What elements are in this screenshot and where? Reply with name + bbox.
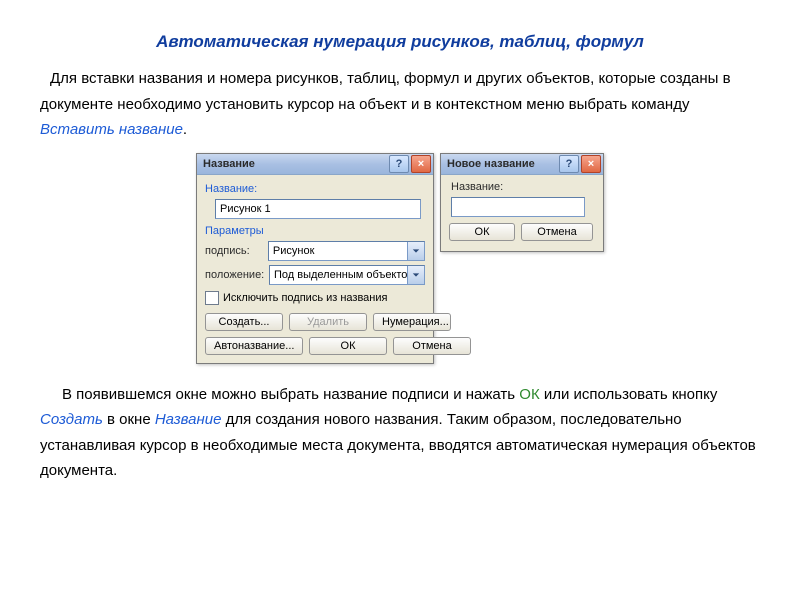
delete-button[interactable]: Удалить — [289, 313, 367, 331]
new-caption-titlebar: Новое название ? × — [441, 154, 603, 175]
ok-reference: ОК — [519, 386, 539, 403]
caption-dialog-title: Название — [203, 158, 255, 170]
ok-button[interactable]: ОК — [309, 337, 387, 355]
new-caption-title: Новое название — [447, 158, 535, 170]
caption-dialog: Название ? × Название: Рисунок 1 Парамет… — [196, 153, 434, 364]
new-caption-dialog: Новое название ? × Название: ОК Отмена — [440, 153, 604, 252]
close-icon[interactable]: × — [581, 155, 601, 173]
chevron-down-icon[interactable] — [407, 242, 424, 260]
ok-button[interactable]: ОК — [449, 223, 515, 241]
para2-part-b: или использовать кнопку — [540, 386, 718, 403]
caption-type-value: Рисунок — [273, 245, 315, 257]
exclude-caption-label: Исключить подпись из названия — [223, 292, 387, 304]
new-name-label: Название: — [451, 181, 593, 193]
caption-name-input[interactable]: Рисунок 1 — [215, 199, 421, 219]
name-section-label: Название: — [205, 183, 425, 195]
position-label: положение: — [205, 269, 263, 281]
caption-dialog-titlebar: Название ? × — [197, 154, 433, 175]
new-name-input[interactable] — [451, 197, 585, 217]
position-combo[interactable]: Под выделенным объектом — [269, 265, 425, 285]
cancel-button[interactable]: Отмена — [393, 337, 471, 355]
create-reference: Создать — [40, 411, 103, 428]
params-section-label: Параметры — [205, 225, 425, 237]
create-button[interactable]: Создать... — [205, 313, 283, 331]
close-icon[interactable]: × — [411, 155, 431, 173]
paragraph-1: Для вставки названия и номера рисунков, … — [40, 66, 760, 143]
exclude-caption-checkbox[interactable]: Исключить подпись из названия — [205, 291, 425, 305]
dialogs-illustration: Название ? × Название: Рисунок 1 Парамет… — [40, 153, 760, 364]
caption-type-label: подпись: — [205, 245, 262, 257]
document-body: Автоматическая нумерация рисунков, табли… — [0, 0, 800, 484]
para2-part-c: в окне — [103, 411, 155, 428]
menu-command-name: Вставить название — [40, 121, 183, 138]
cancel-button[interactable]: Отмена — [521, 223, 593, 241]
name-window-reference: Название — [155, 411, 222, 428]
help-icon[interactable]: ? — [559, 155, 579, 173]
checkbox-icon — [205, 291, 219, 305]
paragraph-2: В появившемся окне можно выбрать названи… — [40, 382, 760, 484]
section-heading: Автоматическая нумерация рисунков, табли… — [40, 32, 760, 52]
position-value: Под выделенным объектом — [274, 269, 415, 281]
numbering-button[interactable]: Нумерация... — [373, 313, 451, 331]
para2-part-a: В появившемся окне можно выбрать названи… — [62, 386, 519, 403]
caption-type-combo[interactable]: Рисунок — [268, 241, 425, 261]
autoname-button[interactable]: Автоназвание... — [205, 337, 303, 355]
chevron-down-icon[interactable] — [407, 266, 424, 284]
para1-text: Для вставки названия и номера рисунков, … — [40, 70, 731, 113]
help-icon[interactable]: ? — [389, 155, 409, 173]
